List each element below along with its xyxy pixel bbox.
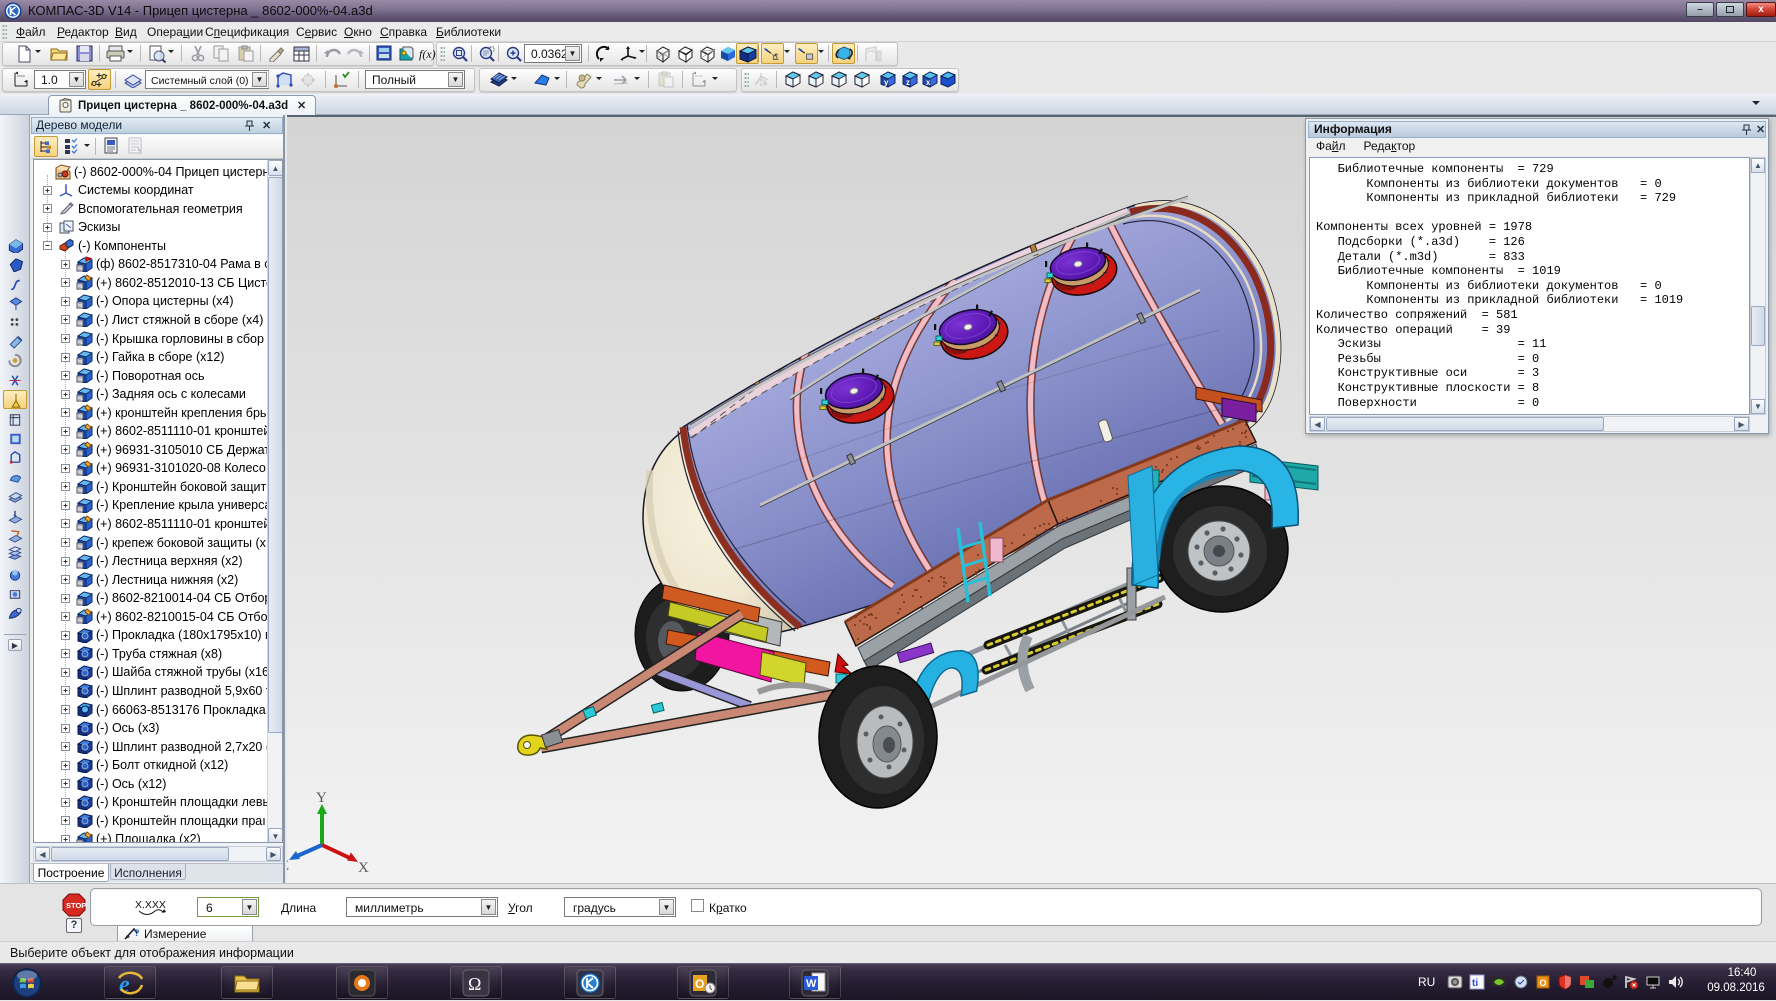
svg-text:X.XXX: X.XXX: [135, 899, 166, 911]
svg-text:z: z: [906, 78, 910, 87]
svg-text:STOP: STOP: [66, 901, 86, 910]
svg-text:Ω: Ω: [468, 974, 481, 994]
svg-text:Y: Y: [316, 790, 327, 806]
svg-text:y: y: [884, 78, 889, 87]
svg-text:O: O: [695, 977, 704, 991]
svg-text:ti: ti: [1472, 978, 1478, 989]
svg-text:O: O: [1540, 978, 1547, 988]
svg-text:W: W: [806, 978, 817, 990]
svg-text:?: ?: [134, 928, 140, 938]
svg-text:f(x): f(x): [419, 47, 436, 61]
svg-text:x: x: [926, 78, 931, 87]
svg-text:X: X: [358, 860, 369, 876]
svg-text:Z: Z: [287, 858, 289, 874]
